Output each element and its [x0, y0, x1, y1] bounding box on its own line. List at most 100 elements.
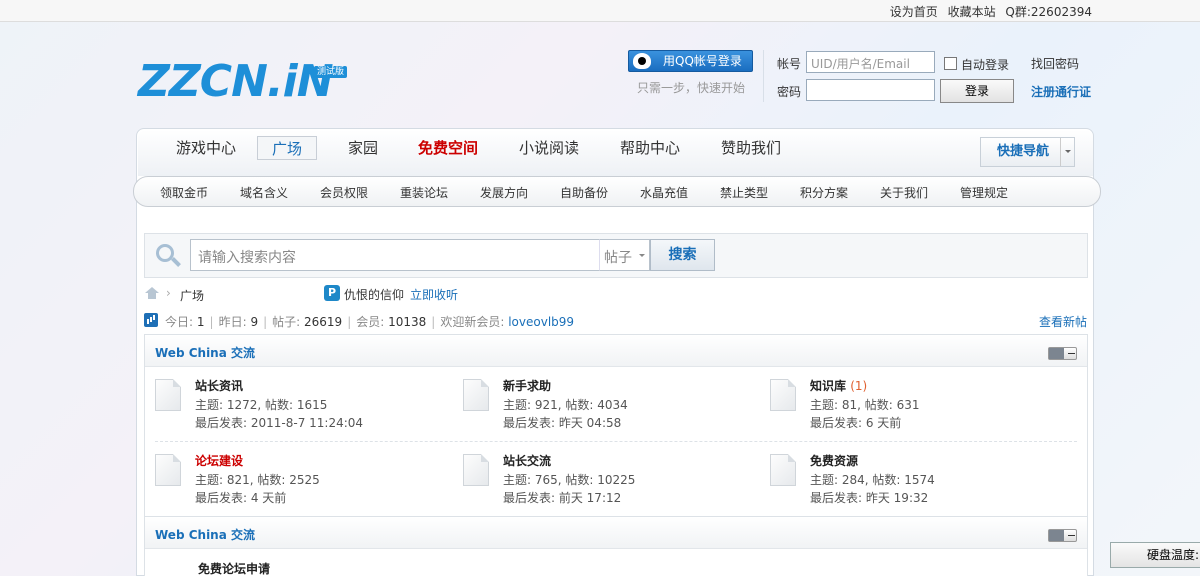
forum-topics: 主题: 1272, 帖数: 1615: [195, 398, 328, 412]
site-logo[interactable]: ZZCN.iN 测试版: [138, 58, 353, 106]
newest-member-link[interactable]: loveovlb99: [508, 315, 574, 329]
forum-topics: 主题: 284, 帖数: 1574: [810, 473, 935, 487]
nav-game-center[interactable]: 游戏中心: [176, 136, 236, 160]
forum-doc-icon: [463, 454, 489, 486]
forum-last-post: 最后发表: 昨天 19:32: [810, 491, 929, 505]
search-bar: 请输入搜索内容 帖子 搜索: [144, 233, 1088, 278]
nav-novels[interactable]: 小说阅读: [519, 136, 579, 160]
quick-nav-label: 快捷导航: [997, 144, 1050, 159]
bookmark-link[interactable]: 收藏本站: [948, 5, 996, 19]
qq-group: Q群:22602394: [1005, 5, 1092, 19]
subnav-item[interactable]: 会员权限: [320, 184, 368, 201]
search-button[interactable]: 搜索: [650, 239, 715, 271]
breadcrumb-current: 广场: [180, 289, 205, 303]
logo-badge: 测试版: [314, 66, 348, 78]
forum-doc-icon: [463, 379, 489, 411]
forum-item[interactable]: 站长交流 主题: 765, 帖数: 10225 最后发表: 前天 17:12: [463, 452, 763, 512]
main-nav: 游戏中心 广场 家园 免费空间 小说阅读 帮助中心 赞助我们: [138, 130, 1093, 176]
qq-login-label: 用QQ帐号登录: [663, 54, 742, 68]
set-home-link[interactable]: 设为首页: [890, 5, 938, 19]
subnav-item[interactable]: 关于我们: [880, 184, 928, 201]
sub-nav: 领取金币 域名含义 会员权限 重装论坛 发展方向 自助备份 水晶充值 禁止类型 …: [133, 176, 1101, 207]
qq-login-button[interactable]: 用QQ帐号登录: [628, 50, 753, 72]
forum-item[interactable]: 站长资讯 主题: 1272, 帖数: 1615 最后发表: 2011-8-7 1…: [155, 377, 455, 437]
nav-free-space[interactable]: 免费空间: [418, 136, 478, 160]
stats-chart-icon: [144, 313, 158, 327]
breadcrumb-chevron-icon: ›: [166, 286, 171, 300]
auto-login-checkbox[interactable]: [944, 57, 957, 70]
subnav-item[interactable]: 积分方案: [800, 184, 848, 201]
qq-login-hint: 只需一步，快速开始: [637, 81, 746, 95]
search-input[interactable]: 请输入搜索内容: [190, 239, 600, 271]
group-header: Web China 交流: [145, 335, 1087, 367]
subnav-item[interactable]: 禁止类型: [720, 184, 768, 201]
collapse-toggle[interactable]: [1048, 347, 1077, 360]
forum-stats: 今日: 1 | 昨日: 9 | 帖子: 26619 | 会员: 10138 | 欢迎新会员: l…: [165, 315, 575, 329]
forum-new-count: (1): [850, 379, 868, 393]
view-new-posts-link[interactable]: 查看新帖: [1039, 313, 1087, 330]
login-divider: [763, 50, 764, 102]
register-link[interactable]: 注册通行证: [1031, 83, 1091, 100]
subnav-item[interactable]: 管理规定: [960, 184, 1008, 201]
account-label: 帐号: [777, 57, 802, 71]
forum-name[interactable]: 论坛建设: [195, 452, 243, 469]
forum-topics: 主题: 921, 帖数: 4034: [503, 398, 628, 412]
subnav-item[interactable]: 发展方向: [480, 184, 528, 201]
feed-text: 仇恨的信仰: [344, 288, 405, 302]
forum-item[interactable]: 新手求助 主题: 921, 帖数: 4034 最后发表: 昨天 04:58: [463, 377, 763, 437]
password-label: 密码: [777, 85, 802, 99]
account-input[interactable]: UID/用户名/Email: [806, 51, 935, 73]
find-password-link[interactable]: 找回密码: [1031, 55, 1079, 72]
auto-login-label: 自动登录: [961, 58, 1010, 72]
row-divider: [155, 441, 1077, 442]
forum-topics: 主题: 821, 帖数: 2525: [195, 473, 320, 487]
forum-name[interactable]: 站长资讯: [195, 377, 243, 394]
qq-penguin-icon: [633, 53, 651, 69]
forum-item[interactable]: 论坛建设 主题: 821, 帖数: 2525 最后发表: 4 天前: [155, 452, 455, 512]
forum-group: Web China 交流 免费论坛申请: [144, 516, 1088, 576]
forum-topics: 主题: 81, 帖数: 631: [810, 398, 920, 412]
top-links: 设为首页 收藏本站 Q群:22602394: [890, 3, 1092, 20]
disk-temp-widget[interactable]: 硬盘温度:: [1110, 542, 1200, 568]
forum-doc-icon: [155, 379, 181, 411]
subnav-item[interactable]: 自助备份: [560, 184, 608, 201]
login-button[interactable]: 登录: [940, 79, 1014, 103]
nav-help[interactable]: 帮助中心: [620, 136, 680, 160]
follow-now-link[interactable]: 立即收听: [410, 286, 458, 303]
forum-item[interactable]: 免费资源 主题: 284, 帖数: 1574 最后发表: 昨天 19:32: [770, 452, 1070, 512]
forum-doc-icon: [155, 454, 181, 486]
top-bar: 设为首页 收藏本站 Q群:22602394: [0, 0, 1200, 22]
nav-home[interactable]: 家园: [348, 136, 378, 160]
forum-last-post: 最后发表: 昨天 04:58: [503, 416, 622, 430]
forum-name[interactable]: 免费论坛申请: [198, 560, 270, 576]
subnav-item[interactable]: 重装论坛: [400, 184, 448, 201]
forum-item[interactable]: 知识库 (1) 主题: 81, 帖数: 631 最后发表: 6 天前: [770, 377, 1070, 437]
subnav-item[interactable]: 水晶充值: [640, 184, 688, 201]
forum-last-post: 最后发表: 前天 17:12: [503, 491, 622, 505]
forum-doc-icon: [770, 379, 796, 411]
search-type-select[interactable]: 帖子: [599, 239, 650, 271]
group-header: Web China 交流: [145, 517, 1087, 549]
chevron-down-icon: [1060, 138, 1074, 166]
subnav-item[interactable]: 域名含义: [240, 184, 288, 201]
forum-last-post: 最后发表: 2011-8-7 11:24:04: [195, 416, 364, 430]
nav-sponsor[interactable]: 赞助我们: [721, 136, 781, 160]
subnav-item[interactable]: 领取金币: [160, 184, 208, 201]
forum-name[interactable]: 站长交流: [503, 452, 551, 469]
forum-name[interactable]: 新手求助: [503, 377, 551, 394]
group-title[interactable]: Web China 交流: [155, 344, 255, 361]
password-input[interactable]: [806, 79, 935, 101]
forum-name[interactable]: 知识库 (1): [810, 377, 867, 394]
group-title[interactable]: Web China 交流: [155, 526, 255, 543]
search-icon: [154, 242, 182, 270]
qq-weibo-icon: P: [324, 285, 340, 301]
nav-square[interactable]: 广场: [257, 136, 318, 160]
forum-doc-icon: [770, 454, 796, 486]
forum-last-post: 最后发表: 4 天前: [195, 491, 287, 505]
forum-name[interactable]: 免费资源: [810, 452, 858, 469]
forum-topics: 主题: 765, 帖数: 10225: [503, 473, 636, 487]
forum-group: Web China 交流 站长资讯 主题: 1272, 帖数: 1615 最后发…: [144, 334, 1088, 518]
home-icon[interactable]: [145, 287, 159, 300]
quick-nav-button[interactable]: 快捷导航: [980, 137, 1075, 167]
collapse-toggle[interactable]: [1048, 529, 1077, 542]
